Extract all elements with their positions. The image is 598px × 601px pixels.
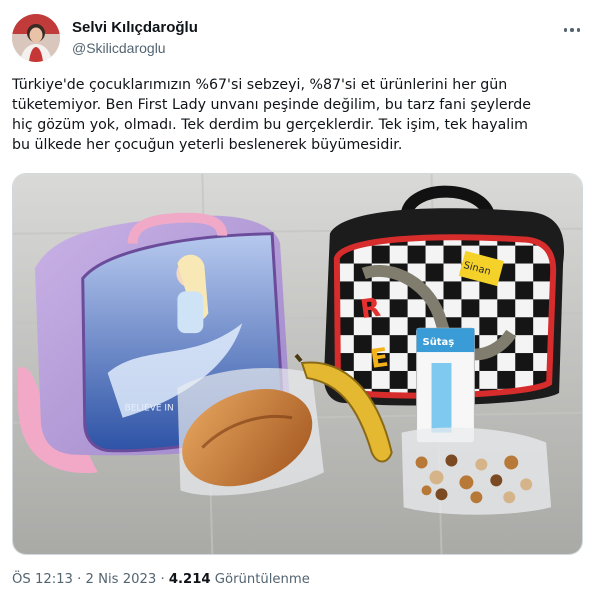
tweet-text: Türkiye'de çocuklarımızın %67'si sebzeyi…: [12, 75, 584, 155]
profile-photo-icon: [12, 14, 60, 62]
avatar[interactable]: [12, 14, 60, 62]
tweet-text-line: hiç gözüm yok, olmadı. Tek derdim bu ger…: [12, 117, 528, 133]
tweet-text-line: tüketemiyor. Ben First Lady unvanı peşin…: [12, 97, 531, 113]
more-options-button[interactable]: [560, 20, 584, 40]
tweet-header: Selvi Kılıçdaroğlu @Skilicdaroglu: [12, 14, 586, 66]
meta-separator: ·: [72, 572, 86, 587]
tweet-text-line: bu ülkede her çocuğun yeterli beslenerek…: [12, 137, 403, 153]
tweet-timestamp[interactable]: ÖS 12:13 · 2 Nis 2023: [12, 572, 156, 587]
svg-text:R: R: [359, 293, 383, 325]
views-label: Görüntülenme: [214, 572, 310, 587]
author-names: Selvi Kılıçdaroğlu @Skilicdaroglu: [72, 18, 198, 58]
tweet-meta: ÖS 12:13 · 2 Nis 2023 · 4.214 Görüntülen…: [12, 570, 310, 590]
tweet-time: ÖS 12:13: [12, 572, 73, 587]
tweet-photo[interactable]: BELIEVE IN R E Sinan Sütaş: [12, 173, 583, 555]
tweet-text-line: Türkiye'de çocuklarımızın %67'si sebzeyi…: [12, 77, 508, 93]
tweet-date: 2 Nis 2023: [85, 572, 157, 587]
user-handle[interactable]: @Skilicdaroglu: [72, 38, 198, 58]
left-bag-text: BELIEVE IN: [125, 404, 174, 414]
views-count: 4.214: [168, 572, 211, 587]
more-horizontal-icon: [563, 28, 581, 32]
milk-brand-text: Sütaş: [423, 337, 455, 348]
display-name[interactable]: Selvi Kılıçdaroğlu: [72, 18, 198, 38]
lunch-bags-photo: BELIEVE IN R E Sinan Sütaş: [13, 174, 582, 554]
tweet-card: Selvi Kılıçdaroğlu @Skilicdaroglu Türkiy…: [0, 0, 598, 601]
meta-separator: ·: [156, 572, 169, 587]
